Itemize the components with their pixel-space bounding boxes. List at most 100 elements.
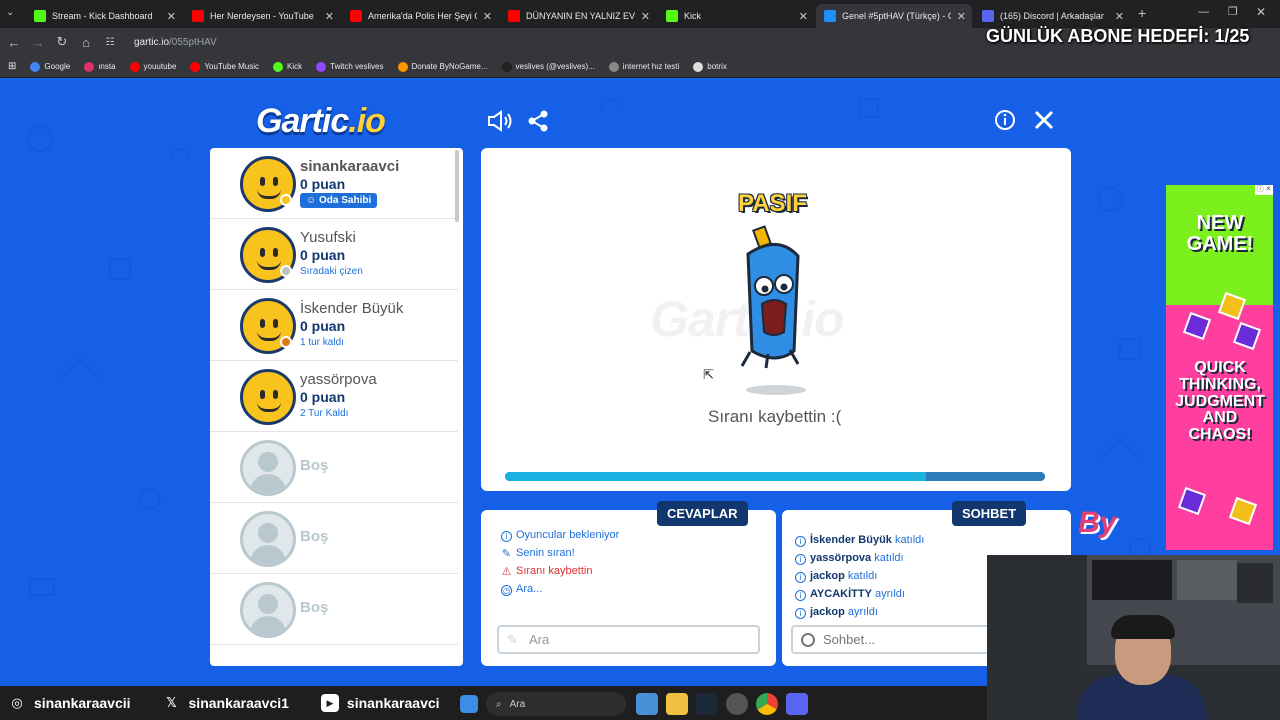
- empty-avatar-icon: [240, 511, 296, 567]
- tab-1[interactable]: Stream - Kick Dashboard ✕: [26, 4, 182, 28]
- turn-progress-bar: [505, 472, 1045, 481]
- player-status-dot: [280, 194, 292, 206]
- info-icon: i: [795, 608, 806, 619]
- reload-icon[interactable]: ↻: [50, 34, 74, 50]
- tab-close-icon[interactable]: ✕: [957, 10, 966, 23]
- tab-5[interactable]: Kick ✕: [658, 4, 814, 28]
- bookmark-item[interactable]: Google: [30, 61, 71, 72]
- tab-close-icon[interactable]: ✕: [483, 10, 492, 23]
- bookmark-favicon-icon: [30, 61, 41, 72]
- empty-slot-row[interactable]: Boş: [210, 574, 458, 645]
- chat-username[interactable]: jackop: [810, 606, 845, 618]
- player-points: 0 puan: [300, 318, 346, 334]
- tab-title: DÜNYANIN EN YALNIZ EVİNDE: [526, 11, 635, 21]
- tab-search-icon[interactable]: ⌄: [6, 7, 14, 18]
- empty-slot-row[interactable]: Boş: [210, 432, 458, 503]
- bookmark-item[interactable]: Kick: [273, 61, 302, 72]
- answer-input[interactable]: ✎ Ara: [497, 625, 760, 654]
- info-icon: i: [795, 554, 806, 565]
- info-icon[interactable]: [994, 109, 1016, 135]
- tab-close-icon[interactable]: ✕: [641, 10, 650, 23]
- answer-input-placeholder: Ara: [529, 632, 550, 647]
- answer-message-text: Ara...: [516, 583, 543, 595]
- bookmark-item[interactable]: youutube: [129, 61, 177, 72]
- windows-start-icon[interactable]: [460, 695, 478, 713]
- chat-input[interactable]: Sohbet...: [791, 625, 996, 654]
- bookmark-item[interactable]: botrix: [693, 61, 727, 72]
- bookmark-label: youutube: [143, 62, 177, 71]
- bookmark-item[interactable]: Twitch veslives: [316, 61, 384, 72]
- tab-6[interactable]: Genel #5ptHAV (Türkçe) - G ✕: [816, 4, 972, 28]
- chat-action: katıldı: [847, 570, 878, 582]
- forward-icon[interactable]: →: [26, 35, 50, 50]
- settings-icon[interactable]: [726, 693, 748, 715]
- bookmark-label: Google: [44, 62, 71, 71]
- chat-username[interactable]: yassörpova: [810, 552, 871, 564]
- info-icon: i: [795, 590, 806, 601]
- bookmark-item[interactable]: YouTube Music: [190, 61, 259, 72]
- player-row[interactable]: İskender Büyük 0 puan 1 tur kaldı: [210, 290, 458, 361]
- chat-input-placeholder: Sohbet...: [823, 632, 876, 647]
- site-info-icon[interactable]: ☷: [98, 37, 122, 48]
- tab-4[interactable]: DÜNYANIN EN YALNIZ EVİNDE ✕: [500, 4, 656, 28]
- player-row[interactable]: sinankaraavci 0 puan ☺ Oda Sahibi: [210, 148, 458, 219]
- minimize-button[interactable]: —: [1198, 6, 1209, 18]
- close-window-button[interactable]: ✕: [1256, 5, 1266, 19]
- bookmark-item[interactable]: veslives (@veslives)...: [501, 61, 595, 72]
- tab-7[interactable]: (165) Discord | Arkadaşlar ✕: [974, 4, 1130, 28]
- tab-chat[interactable]: SOHBET: [952, 501, 1027, 526]
- chat-username[interactable]: İskender Büyük: [810, 534, 892, 546]
- player-name: İskender Büyük: [300, 300, 404, 317]
- bookmark-favicon-icon: [501, 61, 512, 72]
- advertisement-banner[interactable]: NEW GAME! QUICK THINKING, JUDGMENT AND C…: [1166, 185, 1273, 550]
- tab-2[interactable]: Her Nerdeysen - YouTube ✕: [184, 4, 340, 28]
- pencil-icon: ✎: [501, 548, 512, 560]
- player-row[interactable]: yassörpova 0 puan 2 Tur Kaldı: [210, 361, 458, 432]
- maximize-button[interactable]: ❐: [1228, 5, 1238, 18]
- social-handle-text: sinankaraavci: [346, 695, 440, 711]
- sound-icon[interactable]: [486, 109, 512, 137]
- tab-answers[interactable]: CEVAPLAR: [657, 501, 748, 526]
- explorer-icon[interactable]: [636, 693, 658, 715]
- stream-overlay-logo: By: [1078, 506, 1117, 539]
- empty-slot-label: Boş: [300, 599, 329, 616]
- url-field[interactable]: gartic.io/055ptHAV: [134, 37, 217, 48]
- tab-title: Kick: [684, 11, 702, 21]
- sad-marker-illustration: [738, 224, 828, 404]
- chat-username[interactable]: AYCAKİTTY: [810, 588, 872, 600]
- answer-message-text: Oyuncular bekleniyor: [516, 529, 620, 541]
- clock-icon: ◷: [501, 585, 512, 596]
- new-tab-button[interactable]: +: [1138, 5, 1146, 21]
- tab-close-icon[interactable]: ✕: [799, 10, 808, 23]
- empty-avatar-icon: [240, 440, 296, 496]
- bookmark-item[interactable]: Donate ByNoGame...: [397, 61, 488, 72]
- tab-close-icon[interactable]: ✕: [1115, 10, 1124, 23]
- discord-icon[interactable]: [786, 693, 808, 715]
- social-handle-text: sinankaraavcii: [34, 695, 131, 711]
- player-points: 0 puan: [300, 389, 346, 405]
- player-list-scrollbar[interactable]: [455, 150, 459, 222]
- turn-lost-message: Sıranı kaybettin :(: [708, 407, 842, 426]
- player-row[interactable]: Yusufski 0 puan Sıradaki çizen: [210, 219, 458, 290]
- taskbar-search[interactable]: ⌕ Ara: [486, 692, 626, 716]
- chrome-icon[interactable]: [756, 693, 778, 715]
- tab-close-icon[interactable]: ✕: [167, 10, 176, 23]
- steam-icon[interactable]: [696, 693, 718, 715]
- empty-slot-label: Boş: [300, 457, 329, 474]
- back-icon[interactable]: ←: [2, 35, 26, 50]
- bookmark-item[interactable]: ınsta: [84, 61, 116, 72]
- bookmark-favicon-icon: [397, 61, 408, 72]
- tab-close-icon[interactable]: ✕: [325, 10, 334, 23]
- tab-3[interactable]: Amerika'da Polis Her Şeyi Görü ✕: [342, 4, 498, 28]
- ad-close-icon[interactable]: ⓘ ✕: [1255, 185, 1273, 195]
- chat-username[interactable]: jackop: [810, 570, 845, 582]
- empty-slot-row[interactable]: Boş: [210, 503, 458, 574]
- folder-icon[interactable]: [666, 693, 688, 715]
- share-icon[interactable]: [527, 109, 549, 137]
- bookmark-label: botrix: [707, 62, 727, 71]
- tab-favicon-icon: [666, 10, 678, 22]
- bookmark-item[interactable]: internet hız testi: [608, 61, 679, 72]
- apps-icon[interactable]: ⊞: [8, 61, 16, 72]
- close-icon[interactable]: [1033, 109, 1055, 135]
- home-icon[interactable]: ⌂: [74, 35, 98, 50]
